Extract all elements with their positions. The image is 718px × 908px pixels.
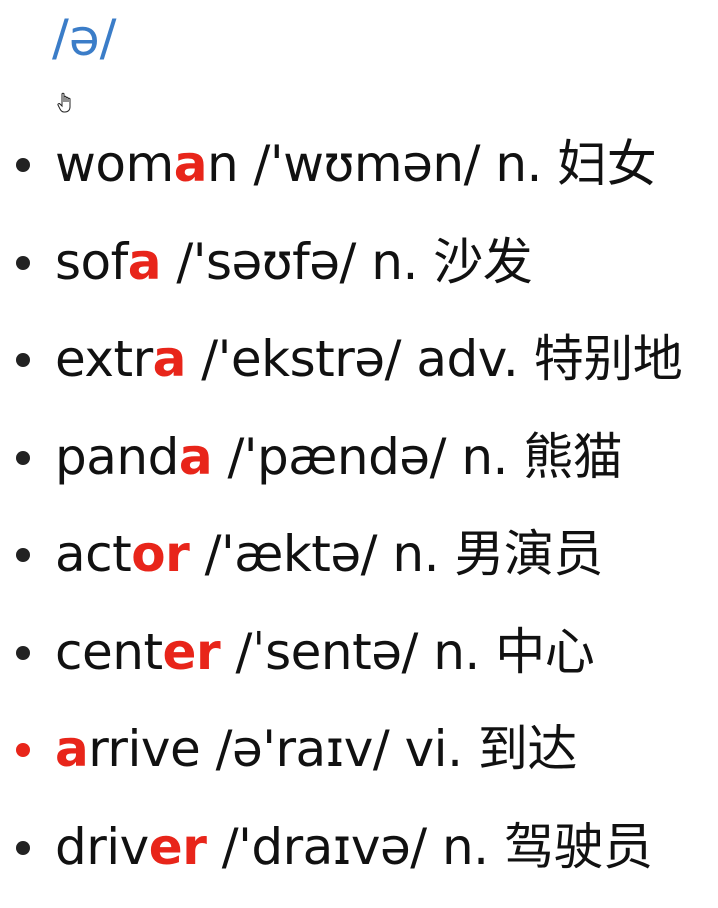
part-of-speech: n. [377, 525, 439, 583]
highlighted-letters: a [152, 330, 187, 388]
vocab-line: arrive /ə'raɪv/ vi. 到达 [55, 713, 577, 785]
part-of-speech: n. [417, 622, 480, 681]
highlighted-letters: er [148, 817, 207, 876]
meaning: 妇女 [541, 135, 657, 193]
meaning: 驾驶员 [488, 817, 653, 876]
word-prefix: extr [55, 330, 153, 388]
highlighted-letters: a [178, 427, 213, 486]
phonetic: /'draɪvə/ [206, 817, 427, 876]
vocab-line: extra /'ekstrə/ adv. 特别地 [55, 323, 683, 395]
bullet [16, 255, 30, 270]
part-of-speech: adv. [400, 330, 519, 388]
word-prefix: wom [55, 135, 174, 193]
word-suffix: rrive [88, 720, 201, 778]
meaning: 特别地 [518, 330, 683, 388]
meaning: 沙发 [417, 232, 533, 291]
bullet [16, 548, 30, 562]
phonetic: /'wʊmən/ [238, 135, 481, 193]
word-prefix: sof [55, 232, 128, 291]
word-suffix: n [206, 135, 239, 193]
phonetic: /'æktə/ [189, 525, 378, 583]
meaning: 到达 [462, 720, 578, 778]
part-of-speech: vi. [389, 720, 463, 778]
phonetic: /'səʊfə/ [161, 232, 356, 291]
vocab-line: driver /'draɪvə/ n. 驾驶员 [55, 811, 653, 883]
meaning: 中心 [479, 622, 595, 681]
phonetic: /ˈsentə/ [220, 622, 419, 681]
word-prefix: driv [55, 817, 149, 876]
bullet [16, 353, 30, 367]
vocab-line: actor /'æktə/ n. 男演员 [55, 518, 603, 590]
bullet [16, 840, 30, 855]
meaning: 熊猫 [507, 427, 623, 486]
part-of-speech: n. [445, 427, 508, 486]
hand-pointer-icon [57, 92, 71, 113]
part-of-speech: n. [355, 232, 418, 291]
meaning: 男演员 [438, 525, 603, 583]
highlighted-letters: a [127, 232, 162, 291]
part-of-speech: n. [426, 817, 489, 876]
vocab-line: center /ˈsentə/ n. 中心 [55, 616, 595, 688]
vocab-line: sofa /'səʊfə/ n. 沙发 [55, 226, 533, 298]
page-title: /ə/ [52, 9, 117, 67]
vocab-line: panda /'pændə/ n. 熊猫 [55, 421, 623, 493]
bullet [16, 450, 30, 465]
word-prefix: cent [55, 622, 163, 681]
word-prefix: act [55, 525, 132, 583]
phonetic: /'pændə/ [212, 427, 446, 486]
word-prefix: pand [55, 427, 179, 486]
bullet [16, 645, 30, 660]
phonetic: /ə'raɪv/ [200, 720, 390, 778]
phonetic: /'ekstrə/ [185, 330, 401, 388]
vocab-line: woman /'wʊmən/ n. 妇女 [55, 128, 657, 200]
highlighted-letters: a [55, 720, 89, 778]
bullet [16, 158, 30, 172]
highlighted-letters: or [131, 525, 190, 583]
part-of-speech: n. [479, 135, 542, 193]
bullet [16, 743, 30, 757]
highlighted-letters: a [173, 135, 208, 193]
highlighted-letters: er [162, 622, 221, 681]
